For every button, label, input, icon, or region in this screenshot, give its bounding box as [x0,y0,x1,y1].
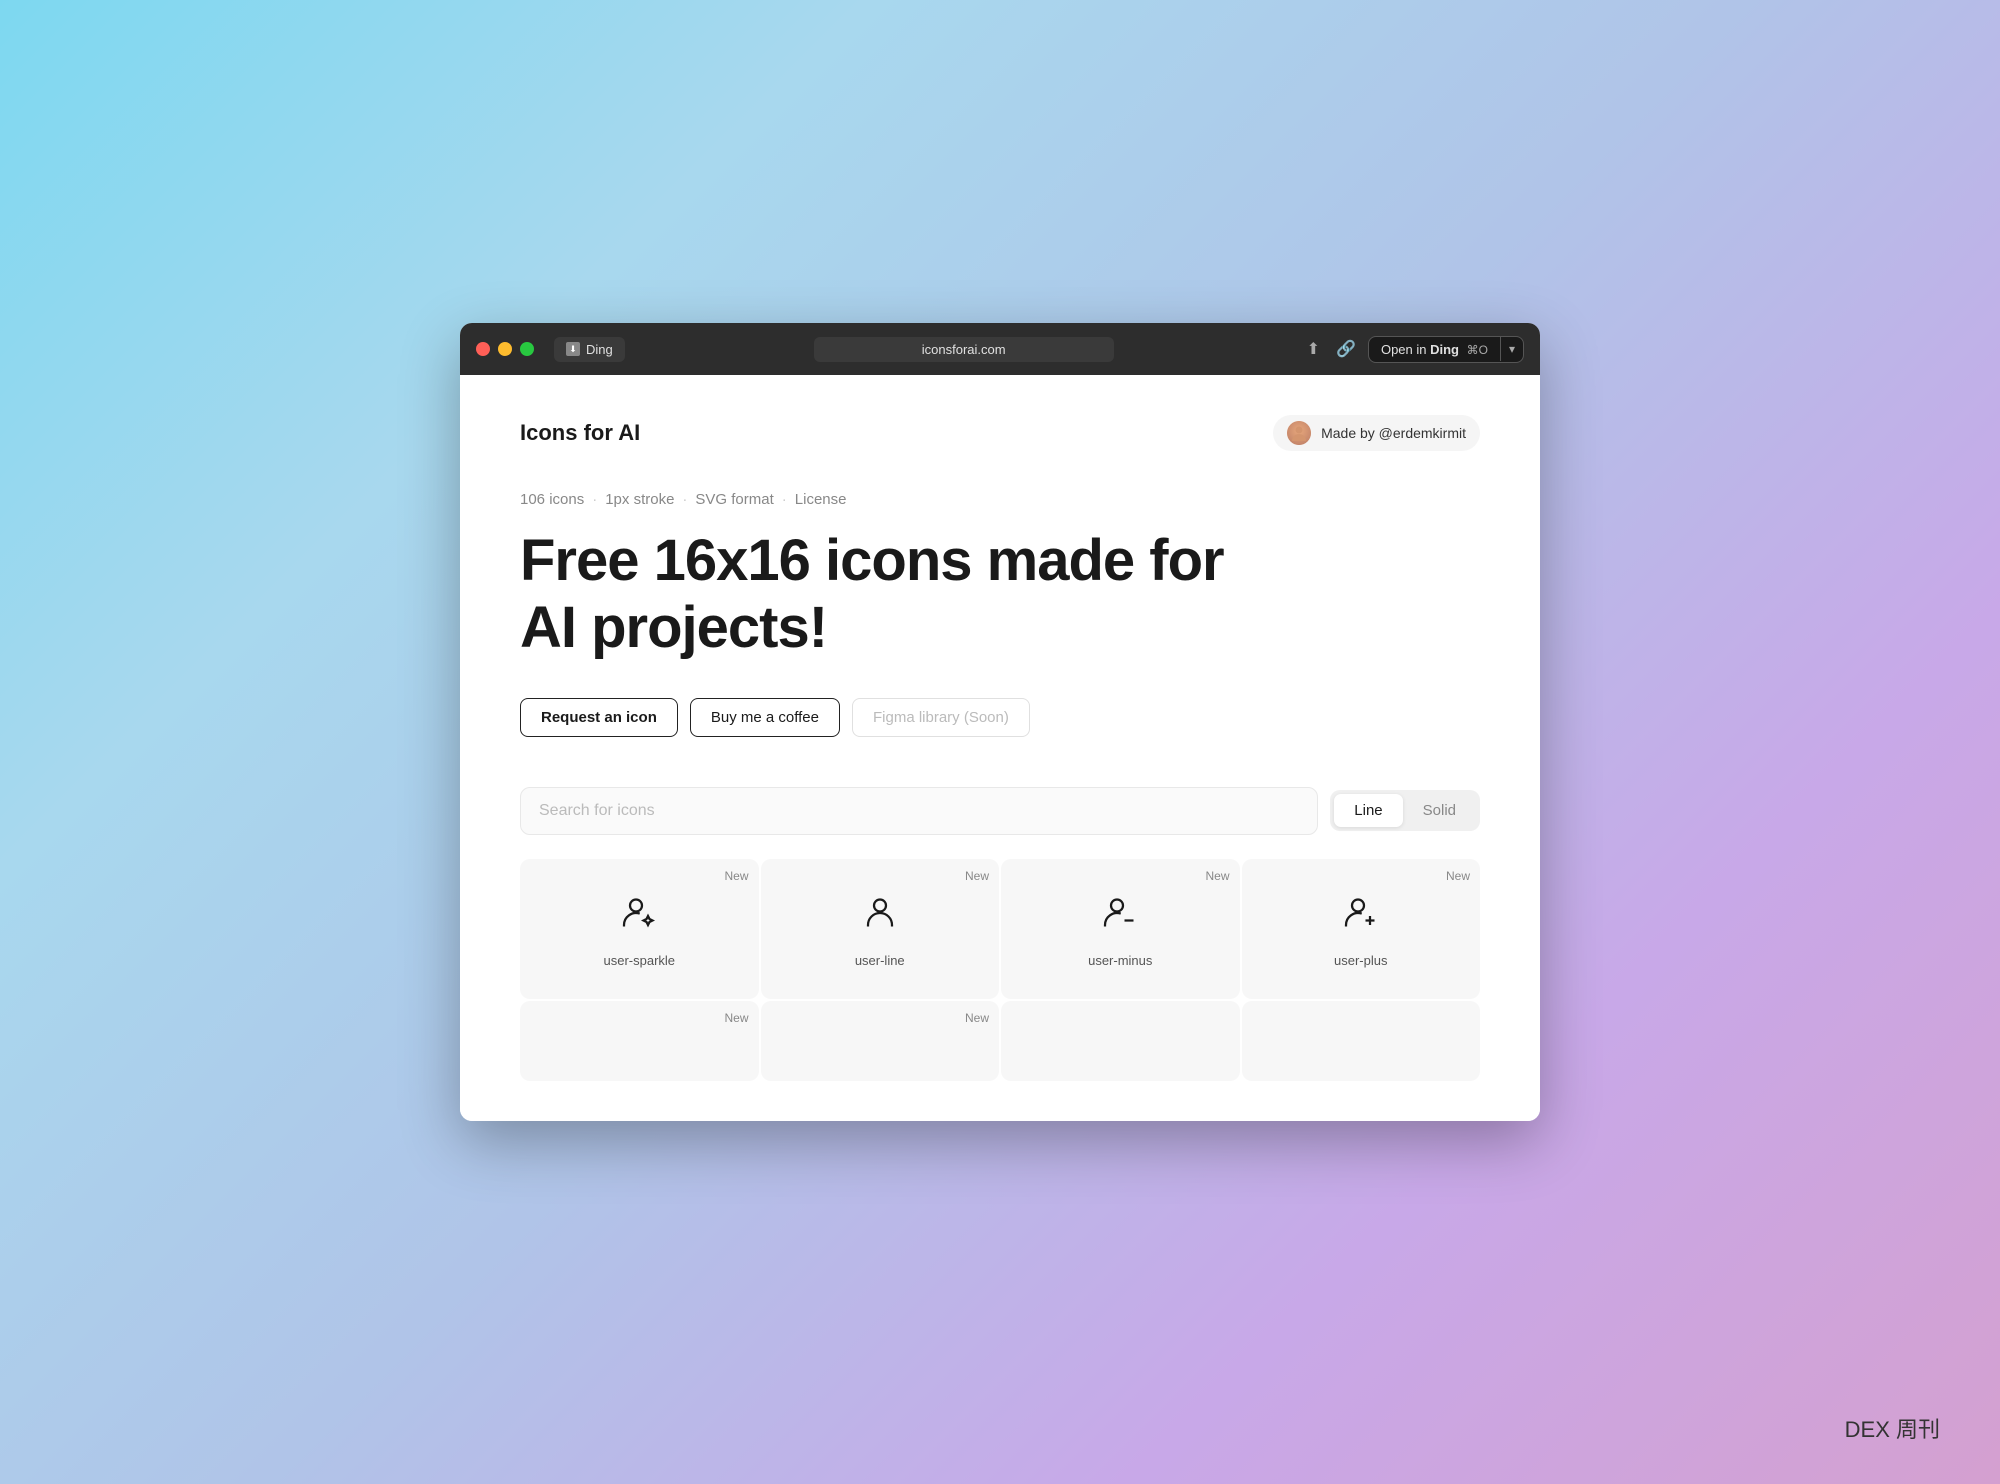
site-title: Icons for AI [520,420,640,446]
user-plus-icon [1337,889,1385,937]
new-badge-user-sparkle: New [724,869,748,883]
search-section: Line Solid [520,787,1480,835]
user-minus-icon [1096,889,1144,937]
open-in-text: Open in [1381,342,1430,357]
request-icon-button[interactable]: Request an icon [520,698,678,737]
icon-label-user-sparkle: user-sparkle [603,953,675,968]
dex-label: DEX 周刊 [1845,1412,1940,1444]
browser-window: ⬇ Ding iconsforai.com ⬆ 🔗 Open in Ding ⌘… [460,323,1540,1120]
browser-chrome: ⬇ Ding iconsforai.com ⬆ 🔗 Open in Ding ⌘… [460,323,1540,375]
icon-card-row2-2[interactable]: New [761,1001,1000,1081]
icon-count: 106 icons [520,491,584,508]
new-badge-user-plus: New [1446,869,1470,883]
user-line-icon [856,889,904,937]
browser-tab[interactable]: ⬇ Ding [554,337,625,362]
meta-dot-1: · [592,491,597,508]
icon-card-user-sparkle[interactable]: New user-sparkle [520,859,759,999]
share-icon[interactable]: ⬆ [1303,335,1324,363]
open-in-shortcut: ⌘O [1467,343,1488,357]
page-content: Icons for AI Mad [460,375,1540,1120]
search-input-wrapper [520,787,1318,835]
hero-line-1: Free 16x16 icons made for [520,528,1224,593]
hero-line-2: AI projects! [520,595,827,660]
tab-area: ⬇ Ding [554,337,625,362]
new-badge-row2-1: New [724,1011,748,1025]
new-badge-row2-2: New [965,1011,989,1025]
open-in-label: Open in Ding ⌘O [1369,337,1500,362]
maximize-traffic-light[interactable] [520,342,534,356]
new-badge-user-line: New [965,869,989,883]
buy-coffee-button[interactable]: Buy me a coffee [690,698,840,737]
line-style-button[interactable]: Line [1334,794,1402,827]
close-traffic-light[interactable] [476,342,490,356]
open-in-app: Ding [1430,342,1459,357]
icons-grid: New user-sparkle New [520,859,1480,1081]
icon-card-user-plus[interactable]: New user-plus [1242,859,1481,999]
meta-info: 106 icons · 1px stroke · SVG format · Li… [520,491,1480,508]
browser-actions: ⬆ 🔗 Open in Ding ⌘O ▾ [1303,335,1524,363]
minimize-traffic-light[interactable] [498,342,512,356]
user-sparkle-icon [615,889,663,937]
meta-dot-2: · [682,491,687,508]
new-badge-user-minus: New [1205,869,1229,883]
address-bar-area: iconsforai.com [637,337,1291,362]
page-header: Icons for AI Mad [520,415,1480,451]
stroke-info: 1px stroke [605,491,674,508]
icon-card-user-minus[interactable]: New user-minus [1001,859,1240,999]
link-icon[interactable]: 🔗 [1332,335,1360,363]
tab-label: Ding [586,342,613,357]
cta-buttons: Request an icon Buy me a coffee Figma li… [520,698,1480,737]
traffic-lights [476,342,534,356]
style-toggle: Line Solid [1330,790,1480,831]
figma-library-button: Figma library (Soon) [852,698,1030,737]
search-input[interactable] [520,787,1318,835]
made-by-badge[interactable]: Made by @erdemkirmit [1273,415,1480,451]
made-by-text: Made by @erdemkirmit [1321,425,1466,441]
icon-card-row2-4[interactable] [1242,1001,1481,1081]
address-bar[interactable]: iconsforai.com [814,337,1114,362]
tab-favicon: ⬇ [566,342,580,356]
icon-card-user-line[interactable]: New user-line [761,859,1000,999]
license-link[interactable]: License [795,491,847,508]
meta-dot-3: · [782,491,787,508]
icon-label-user-minus: user-minus [1088,953,1152,968]
solid-style-button[interactable]: Solid [1403,794,1476,827]
icon-label-user-line: user-line [855,953,905,968]
open-in-button[interactable]: Open in Ding ⌘O ▾ [1368,336,1524,363]
icon-card-row2-1[interactable]: New [520,1001,759,1081]
format-info: SVG format [695,491,773,508]
icon-card-row2-3[interactable] [1001,1001,1240,1081]
avatar [1287,421,1311,445]
chevron-down-icon[interactable]: ▾ [1500,337,1523,361]
icon-label-user-plus: user-plus [1334,953,1387,968]
hero-title: Free 16x16 icons made for AI projects! [520,528,1480,661]
